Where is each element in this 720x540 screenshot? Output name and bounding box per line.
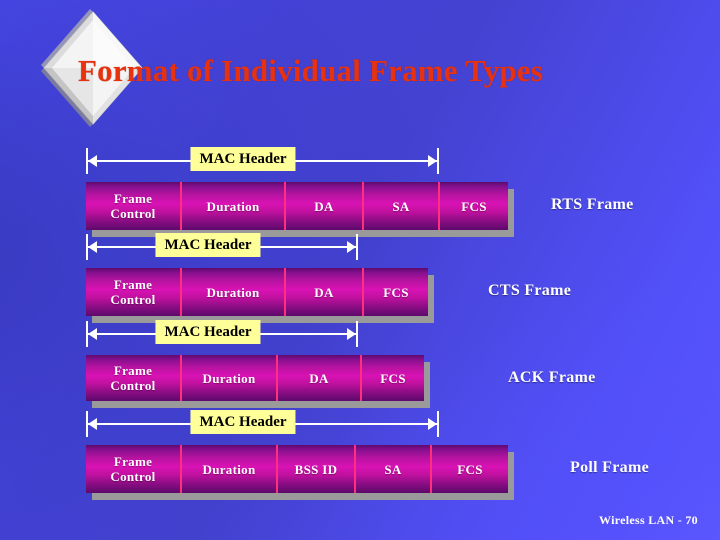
arrow-left-icon [88,328,97,340]
mac-header-measure: MAC Header [86,233,358,260]
frame-bar: Frame Control Duration DA FCS [86,268,428,316]
measure-cap-right [356,321,358,347]
mac-header-label: MAC Header [155,233,261,257]
frame-bar-rts: Frame Control Duration DA SA FCS [86,182,514,237]
measure-cap-right [437,411,439,437]
frame-type-label-cts: CTS Frame [488,282,572,299]
frame-field-frame-control: Frame Control [86,268,180,316]
mac-header-label: MAC Header [190,147,296,171]
mac-header-measure: MAC Header [86,410,439,437]
frame-bar-ack: Frame Control Duration DA FCS [86,355,430,408]
slide-footer: Wireless LAN - 70 [599,513,698,527]
title-block: Format of Individual Frame Types [0,0,720,140]
frame-field-da: DA [284,268,362,316]
arrow-right-icon [428,418,437,430]
frame-field-bss-id: BSS ID [276,445,354,493]
field-text-line2: Control [110,292,156,307]
frame-field-frame-control: Frame Control [86,445,180,493]
field-text-line1: Frame [113,191,153,206]
frame-type-label-rts: RTS Frame [551,196,634,213]
frame-field-frame-control: Frame Control [86,182,180,230]
mac-header-label: MAC Header [190,410,296,434]
arrow-left-icon [88,241,97,253]
frame-field-duration: Duration [180,355,276,401]
frame-type-label-ack: ACK Frame [508,369,596,386]
frame-field-sa: SA [354,445,430,493]
field-text-line1: Frame [113,454,153,469]
field-text-line2: Control [110,378,156,393]
frame-field-duration: Duration [180,182,284,230]
page-title: Format of Individual Frame Types [78,53,544,88]
slide-canvas: Format of Individual Frame Types MAC Hea… [0,0,720,540]
frame-type-label-poll: Poll Frame [570,459,649,476]
frame-field-fcs: FCS [430,445,508,493]
field-text-line2: Control [110,206,156,221]
frame-bar-cts: Frame Control Duration DA FCS [86,268,434,323]
frame-field-fcs: FCS [438,182,508,230]
frame-bar-poll: Frame Control Duration BSS ID SA FCS [86,445,514,500]
frame-field-sa: SA [362,182,438,230]
arrow-right-icon [428,155,437,167]
mac-header-measure: MAC Header [86,320,358,347]
mac-header-measure: MAC Header [86,147,439,174]
arrow-right-icon [347,328,356,340]
arrow-left-icon [88,155,97,167]
frame-field-da: DA [276,355,360,401]
field-text-line1: Frame [113,277,153,292]
frame-bar: Frame Control Duration BSS ID SA FCS [86,445,508,493]
frame-field-fcs: FCS [362,268,428,316]
frame-field-frame-control: Frame Control [86,355,180,401]
mac-header-label: MAC Header [155,320,261,344]
arrow-right-icon [347,241,356,253]
measure-cap-right [437,148,439,174]
frame-bar: Frame Control Duration DA FCS [86,355,424,401]
frame-field-fcs: FCS [360,355,424,401]
frame-bar: Frame Control Duration DA SA FCS [86,182,508,230]
arrow-left-icon [88,418,97,430]
field-text-line2: Control [110,469,156,484]
frame-field-duration: Duration [180,268,284,316]
field-text-line1: Frame [113,363,153,378]
measure-cap-right [356,234,358,260]
frame-field-duration: Duration [180,445,276,493]
frame-field-da: DA [284,182,362,230]
